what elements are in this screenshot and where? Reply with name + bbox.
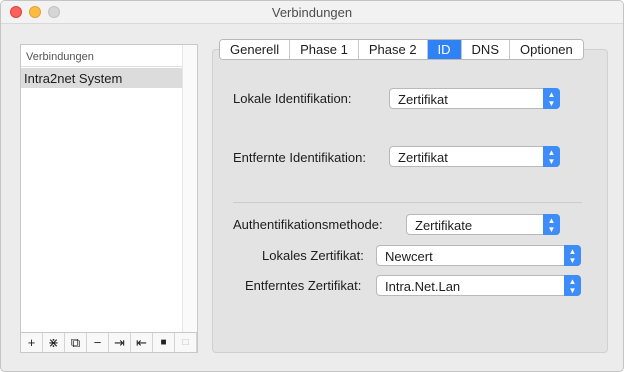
- local-id-label: Lokale Identifikation:: [233, 91, 352, 106]
- import-button[interactable]: ⇥: [109, 333, 131, 352]
- list-toolbar: + ⋇ ⧉ − ⇥ ⇤ ■ □: [20, 333, 198, 353]
- auth-method-select[interactable]: Zertifikate ▲ ▼: [406, 214, 560, 235]
- remote-cert-label: Entferntes Zertifikat:: [245, 278, 362, 293]
- export-button[interactable]: ⇤: [131, 333, 153, 352]
- local-cert-value: Newcert: [385, 249, 433, 264]
- tab-phase-1[interactable]: Phase 1: [290, 40, 359, 59]
- chevron-updown-icon: ▲ ▼: [543, 146, 560, 167]
- vertical-scrollbar[interactable]: [182, 45, 197, 332]
- duplicate-icon: ⧉: [70, 335, 81, 350]
- chevron-updown-icon: ▲ ▼: [564, 245, 581, 266]
- local-id-select[interactable]: Zertifikat ▲ ▼: [389, 88, 560, 109]
- remote-id-select[interactable]: Zertifikat ▲ ▼: [389, 146, 560, 167]
- remote-id-label: Entfernte Identifikation:: [233, 150, 366, 165]
- export-icon: ⇤: [136, 335, 147, 350]
- chevron-updown-icon: ▲ ▼: [543, 214, 560, 235]
- local-id-value: Zertifikat: [398, 92, 448, 107]
- auth-method-label: Authentifikationsmethode:: [233, 217, 383, 232]
- wizard-button[interactable]: ⋇: [43, 333, 65, 352]
- remote-id-value: Zertifikat: [398, 150, 448, 165]
- tab-optionen[interactable]: Optionen: [510, 40, 583, 59]
- auth-method-value: Zertifikate: [415, 218, 473, 233]
- local-cert-label: Lokales Zertifikat:: [262, 248, 364, 263]
- local-cert-select[interactable]: Newcert ▲ ▼: [376, 245, 581, 266]
- tab-bar: Generell Phase 1 Phase 2 ID DNS Optionen: [219, 39, 584, 60]
- form-separator: [233, 202, 582, 203]
- wizard-icon: ⋇: [48, 335, 59, 350]
- title-bar[interactable]: Verbindungen: [1, 1, 623, 24]
- remove-connection-button[interactable]: −: [87, 333, 109, 352]
- unlock-icon: □: [182, 336, 189, 348]
- chevron-updown-icon: ▲ ▼: [543, 88, 560, 109]
- tab-id[interactable]: ID: [427, 40, 462, 59]
- connections-window: Verbindungen Verbindungen Intra2net Syst…: [0, 0, 624, 372]
- minus-icon: −: [93, 335, 102, 350]
- tab-generell[interactable]: Generell: [220, 40, 291, 59]
- list-item[interactable]: Intra2net System: [21, 68, 183, 88]
- list-header: Verbindungen: [21, 45, 197, 67]
- plus-icon: +: [27, 335, 36, 350]
- chevron-updown-icon: ▲ ▼: [564, 275, 581, 296]
- unlock-button: □: [175, 333, 197, 352]
- import-icon: ⇥: [114, 335, 125, 350]
- connections-list[interactable]: Verbindungen Intra2net System: [20, 44, 198, 333]
- duplicate-button[interactable]: ⧉: [65, 333, 87, 352]
- lock-button[interactable]: ■: [153, 333, 175, 352]
- tab-dns[interactable]: DNS: [461, 40, 510, 59]
- remote-cert-value: Intra.Net.Lan: [385, 279, 461, 294]
- tab-phase-2[interactable]: Phase 2: [358, 40, 428, 59]
- remote-cert-select[interactable]: Intra.Net.Lan ▲ ▼: [376, 275, 581, 296]
- add-connection-button[interactable]: +: [21, 333, 43, 352]
- lock-icon: ■: [160, 336, 167, 348]
- window-title: Verbindungen: [271, 5, 353, 20]
